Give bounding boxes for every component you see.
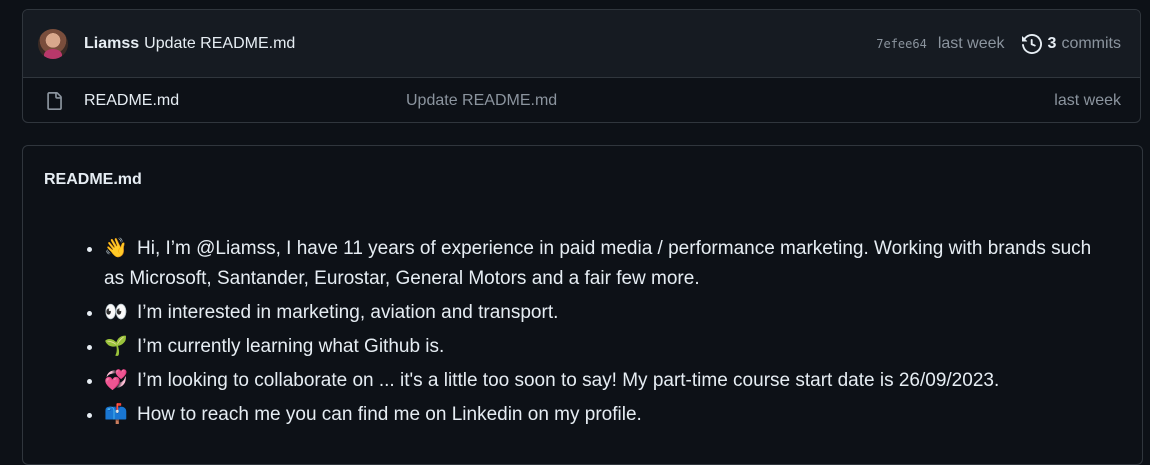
file-commit-time: last week xyxy=(1054,92,1121,109)
eyes-icon: 👀 xyxy=(104,302,128,323)
waving-hand-icon: 👋 xyxy=(104,238,128,259)
hearts-icon: 💞️ xyxy=(104,370,128,391)
list-item: 👀 I’m interested in marketing, aviation a… xyxy=(104,298,1102,328)
list-item-text: I’m currently learning what Github is. xyxy=(137,336,445,357)
list-item-text: Hi, I’m @Liamss, I have 11 years of expe… xyxy=(104,238,1092,289)
list-item: 💞️ I’m looking to collaborate on ... it's… xyxy=(104,366,1102,396)
repo-file-browser: Liamss Update README.md 7efee64 last wee… xyxy=(22,9,1141,123)
commits-count[interactable]: 3 xyxy=(1048,35,1057,53)
list-item-text: I’m interested in marketing, aviation an… xyxy=(137,302,559,323)
commit-time: last week xyxy=(937,34,1005,52)
list-item-text: How to reach me you can find me on Linke… xyxy=(137,404,642,425)
readme-header: README.md xyxy=(23,146,1142,214)
commits-label[interactable]: commits xyxy=(1061,35,1121,53)
avatar[interactable] xyxy=(38,28,68,59)
list-item-text: I’m looking to collaborate on ... it's a… xyxy=(137,370,1000,391)
file-icon xyxy=(45,91,63,111)
commit-author-link[interactable]: Liamss xyxy=(84,35,139,53)
readme-panel: README.md 👋Hi, I’m @Liamss, I have 11 ye… xyxy=(22,145,1143,465)
history-icon[interactable] xyxy=(1021,33,1042,54)
file-name-link[interactable]: README.md xyxy=(84,92,406,110)
commit-sha-link[interactable]: 7efee64 xyxy=(876,37,927,51)
readme-body: 👋Hi, I’m @Liamss, I have 11 years of exp… xyxy=(23,214,1142,430)
mailbox-icon: 📫 xyxy=(104,404,128,425)
list-item: 🌱 I’m currently learning what Github is. xyxy=(104,332,1102,362)
latest-commit-bar: Liamss Update README.md 7efee64 last wee… xyxy=(23,10,1140,78)
list-item: 📫 How to reach me you can find me on Link… xyxy=(104,400,1102,430)
file-commit-message-link[interactable]: Update README.md xyxy=(406,92,557,110)
readme-list: 👋Hi, I’m @Liamss, I have 11 years of exp… xyxy=(63,234,1102,430)
readme-title-link[interactable]: README.md xyxy=(44,171,142,189)
file-row[interactable]: README.md Update README.md last week xyxy=(23,78,1140,122)
commit-message-link[interactable]: Update README.md xyxy=(144,35,295,53)
list-item: 👋Hi, I’m @Liamss, I have 11 years of exp… xyxy=(104,234,1102,294)
seedling-icon: 🌱 xyxy=(104,336,128,357)
